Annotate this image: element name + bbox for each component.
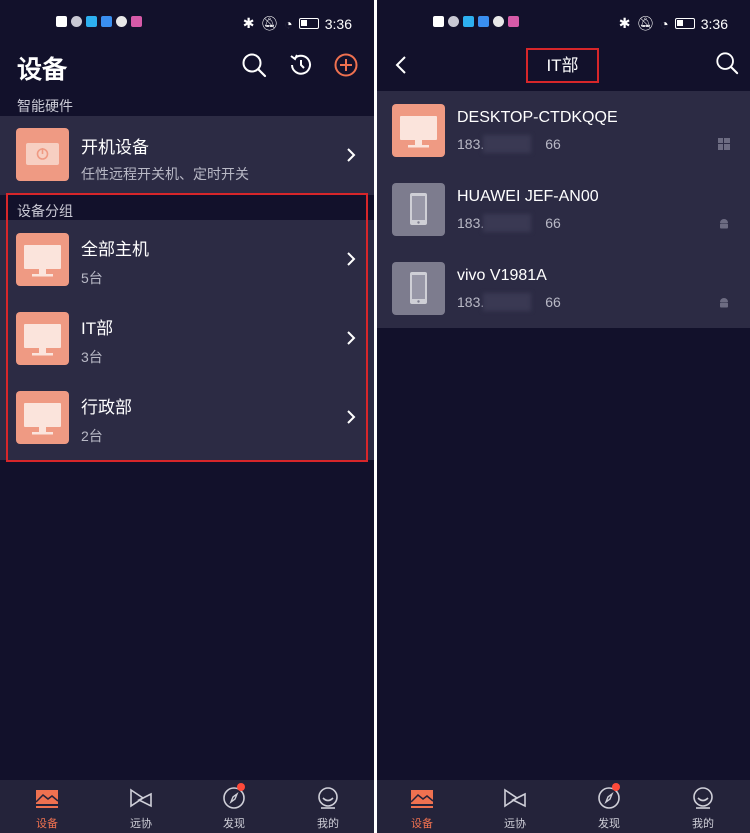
page-title: 设备 (17, 56, 68, 84)
device-list: DESKTOP-CTDKQQE 183. 66 HUAWEI JEF-AN00 1… (377, 91, 750, 328)
app-icon (478, 16, 489, 27)
devices-icon (35, 790, 59, 808)
tab-label: 设备 (36, 818, 58, 830)
highlight-box (6, 193, 368, 462)
phone-icon (392, 262, 445, 315)
back-icon[interactable] (395, 55, 407, 75)
system-icons: ✱ 🔕︎ ◔ 3:36 (619, 15, 728, 32)
group-detail-screen: ✱ 🔕︎ ◔ 3:36 IT部 DESKTOP-CTDKQQE 183.66 (377, 0, 750, 833)
section-hardware: 智能硬件 (17, 98, 73, 114)
battery-icon (298, 18, 319, 29)
power-device-card[interactable]: 开机设备 任性远程开关机、定时开关 (0, 116, 374, 195)
masked-ip (483, 135, 531, 153)
devices-icon (410, 790, 434, 808)
speed-icon: ◔ (284, 15, 293, 32)
tab-label: 发现 (223, 818, 245, 830)
app-icon (131, 16, 142, 27)
tab-profile[interactable]: 我的 (668, 780, 738, 833)
app-icon (493, 16, 504, 27)
power-device-subtitle: 任性远程开关机、定时开关 (81, 166, 249, 182)
device-row[interactable]: HUAWEI JEF-AN00 183. 66 (377, 170, 750, 249)
power-icon (26, 143, 59, 165)
power-device-row[interactable]: 开机设备 任性远程开关机、定时开关 (0, 116, 374, 196)
status-bar: ✱ 🔕︎ ◔ 3:36 (0, 0, 374, 46)
search-icon[interactable] (241, 52, 267, 78)
tab-bar: 设备 远协 发现 我的 (0, 780, 374, 833)
android-icon (720, 298, 728, 308)
device-name: HUAWEI JEF-AN00 (457, 188, 599, 205)
tab-bar: 设备 远协 发现 我的 (377, 780, 750, 833)
devices-screen: ✱ 🔕︎ ◔ 3:36 设备 智能硬件 开机设备 任性远程开关机、定时开关 设备… (0, 0, 374, 833)
masked-ip (483, 214, 531, 232)
tab-label: 远协 (130, 818, 152, 830)
status-time: 3:36 (700, 15, 728, 32)
phone-icon (392, 183, 445, 236)
battery-icon (674, 18, 695, 29)
notification-dot (612, 783, 620, 791)
masked-ip (483, 293, 531, 311)
tab-discover[interactable]: 发现 (199, 780, 269, 833)
tab-devices[interactable]: 设备 (12, 780, 82, 833)
tab-remote[interactable]: 远协 (106, 780, 176, 833)
remote-assist-icon (130, 788, 152, 808)
wifi-icon (448, 16, 459, 27)
notification-icons (433, 16, 519, 27)
app-icon (86, 16, 97, 27)
notification-icons (56, 16, 142, 27)
remote-assist-icon (504, 788, 526, 808)
monitor-icon (392, 104, 445, 157)
power-device-title: 开机设备 (81, 138, 149, 157)
status-time: 3:36 (324, 15, 352, 32)
system-icons: ✱ 🔕︎ ◔ 3:36 (243, 15, 352, 32)
speed-icon: ◔ (660, 15, 669, 32)
tab-discover[interactable]: 发现 (574, 780, 644, 833)
app-icon (508, 16, 519, 27)
mute-icon: 🔕︎ (260, 15, 279, 31)
tab-remote[interactable]: 远协 (480, 780, 550, 833)
status-bar: ✱ 🔕︎ ◔ 3:36 (377, 0, 750, 46)
windows-icon (718, 138, 730, 150)
device-name: DESKTOP-CTDKQQE (457, 109, 618, 126)
bluetooth-icon: ✱ (242, 15, 255, 31)
wifi-icon (71, 16, 82, 27)
tab-devices[interactable]: 设备 (387, 780, 457, 833)
tab-label: 我的 (317, 818, 339, 830)
tab-profile[interactable]: 我的 (293, 780, 363, 833)
device-row[interactable]: DESKTOP-CTDKQQE 183. 66 (377, 91, 750, 170)
app-icon (116, 16, 127, 27)
app-icon (101, 16, 112, 27)
chevron-right-icon (347, 148, 356, 162)
mute-icon: 🔕︎ (636, 15, 655, 31)
search-icon[interactable] (715, 51, 739, 75)
device-row[interactable]: vivo V1981A 183. 66 (377, 249, 750, 328)
profile-icon (693, 787, 713, 809)
tab-label: 发现 (598, 818, 620, 830)
alert-icon (56, 16, 67, 27)
power-device-thumb (16, 128, 69, 181)
profile-icon (318, 787, 338, 809)
history-icon[interactable] (288, 52, 314, 78)
group-title: IT部 (526, 48, 599, 83)
device-name: vivo V1981A (457, 267, 547, 284)
add-icon[interactable] (333, 52, 359, 78)
tab-label: 设备 (411, 818, 433, 830)
bluetooth-icon: ✱ (618, 15, 631, 31)
notification-dot (237, 783, 245, 791)
alert-icon (433, 16, 444, 27)
android-icon (720, 219, 728, 229)
app-icon (463, 16, 474, 27)
tab-label: 我的 (692, 818, 714, 830)
tab-label: 远协 (504, 818, 526, 830)
